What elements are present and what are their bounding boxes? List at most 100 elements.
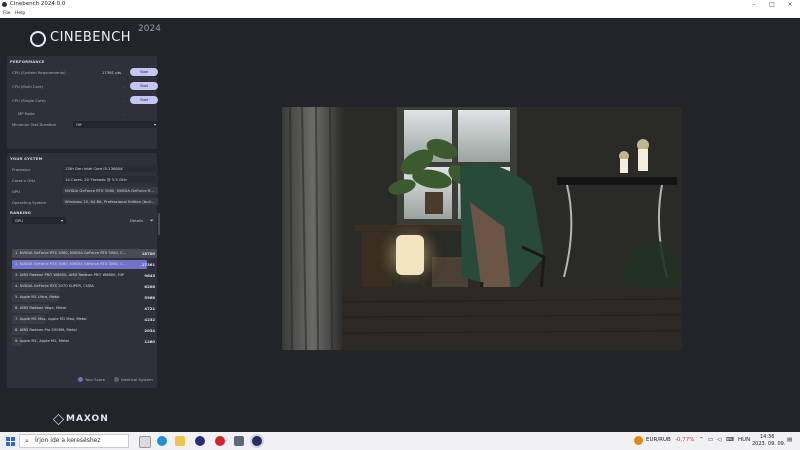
cinebench-taskbar-icon[interactable] <box>252 436 262 446</box>
keyboard-icon[interactable]: ⌨ <box>726 437 734 443</box>
ranking-row-score: 17361 <box>141 262 155 267</box>
system-label-cores: Cores x GHz <box>12 178 36 183</box>
ranking-row[interactable]: 2. NVIDIA GeForce RTX 3060, NVIDIA GeFor… <box>12 260 157 269</box>
ranking-row[interactable]: 1. NVIDIA GeForce RTX 3080, NVIDIA GeFor… <box>12 249 157 258</box>
start-button-single-core[interactable]: Start <box>130 96 158 104</box>
your-score-dot-icon <box>78 377 83 382</box>
network-icon[interactable]: ▭ <box>708 437 713 443</box>
identical-system-dot-icon <box>114 377 119 382</box>
minimize-button[interactable]: – <box>745 0 763 9</box>
system-value-gpu: NVIDIA GeForce RTX 3060, NVIDIA GeForce … <box>63 187 158 194</box>
system-value-os: Windows 10, 64 Bit, Professional Edition… <box>63 198 158 205</box>
perf-score-multi-core: - <box>124 84 126 89</box>
ranking-row[interactable]: 7. Apple M1 Max, Apple M1 Max, Metal 4232 <box>12 315 157 324</box>
render-viewport <box>282 107 682 350</box>
window-title: Cinebench 2024.0.0 <box>10 1 66 7</box>
logo-brand: CINEBENCH <box>50 30 132 45</box>
test-duration-dropdown[interactable]: Off ▾ <box>73 121 159 128</box>
performance-header: PERFORMANCE <box>10 59 45 64</box>
ranking-row[interactable]: 9. Apple M1, Apple M1, Metal 1260 <box>12 337 157 346</box>
ranking-header: RANKING <box>10 210 32 215</box>
ranking-panel: RANKING GPU ▾ Details ⏷ 1. NVIDIA GeForc… <box>7 209 157 388</box>
start-button-system-req[interactable]: Start <box>130 68 158 76</box>
perf-label-system-req: CPU (System Requirements) <box>12 70 66 75</box>
ranking-row[interactable]: 3. AMD Radeon PRO W6800, AMD Radeon PRO … <box>12 271 157 280</box>
ranking-row-score: 2034 <box>144 328 155 333</box>
floor <box>342 287 682 350</box>
taskbar: ⌕ Írjon ide a kereséshez EUR/RUB -0,77% … <box>0 432 800 450</box>
maxon-wordmark: MAXON <box>66 414 109 424</box>
chevron-down-icon: ▾ <box>60 218 63 223</box>
legend-your-score: Your Score <box>85 377 105 382</box>
ranking-row-name: 1. NVIDIA GeForce RTX 3080, NVIDIA GeFor… <box>15 251 127 255</box>
legend-identical-system: Identical System <box>121 377 153 382</box>
ranking-row-score: 6206 <box>144 284 155 289</box>
window-pane <box>458 110 510 162</box>
main-area: CINEBENCH 2024 PERFORMANCE CPU (System R… <box>0 18 800 432</box>
currency-change: -0,77% <box>675 437 695 443</box>
plant-pot <box>425 192 443 214</box>
ranking-row-score: 5968 <box>144 295 155 300</box>
ranking-scrollbar[interactable] <box>158 213 160 235</box>
side-table <box>557 177 677 185</box>
ranking-row[interactable]: 6. AMD Radeon Vega, Metal 4721 <box>12 304 157 313</box>
ranking-row-name: 2. NVIDIA GeForce RTX 3060, NVIDIA GeFor… <box>15 262 127 266</box>
ranking-row-score: 4721 <box>144 306 155 311</box>
ranking-row-name: 6. AMD Radeon Vega, Metal <box>15 306 67 310</box>
ranking-row-name: 4. NVIDIA GeForce RTX 2070 SUPER, CUDA <box>15 284 94 288</box>
ranking-row[interactable]: 5. Apple M1 Ultra, Metal 5968 <box>12 293 157 302</box>
start-button-multi-core[interactable]: Start <box>130 82 158 90</box>
store-icon[interactable] <box>234 436 244 446</box>
cinebench-app-icon <box>2 2 7 7</box>
details-toggle[interactable]: Details <box>130 218 143 223</box>
ranking-row[interactable]: 4. NVIDIA GeForce RTX 2070 SUPER, CUDA 62… <box>12 282 157 291</box>
system-label-processor: Processor <box>12 167 31 172</box>
ranking-row-name: 5. Apple M1 Ultra, Metal <box>15 295 60 299</box>
file-explorer-icon[interactable] <box>175 436 185 446</box>
taskbar-search-box[interactable]: ⌕ Írjon ide a kereséshez <box>19 434 129 448</box>
edge-icon[interactable] <box>157 436 167 446</box>
menu-file[interactable]: File <box>3 10 11 17</box>
test-duration-label: Minimum Test Duration <box>12 122 56 127</box>
perf-label-multi-core: CPU (Multi Core) <box>12 84 44 89</box>
ranking-row-score: 1260 <box>144 339 155 344</box>
menu-help[interactable]: Help <box>15 10 25 17</box>
system-label-os: Operating System <box>12 200 47 205</box>
perf-score-single-core: - <box>124 98 126 103</box>
menu-bar: File Help <box>0 9 800 18</box>
maximize-button[interactable]: □ <box>763 0 781 9</box>
currency-pair[interactable]: EUR/RUB <box>646 437 671 443</box>
task-view-icon[interactable] <box>139 436 151 448</box>
ranking-type-dropdown[interactable]: GPU ▾ <box>12 217 66 224</box>
system-value-cores: 14 Cores, 20 Threads @ 3.5 GHz <box>63 176 158 183</box>
ranking-type-value: GPU <box>15 218 24 223</box>
start-icon[interactable] <box>6 437 15 446</box>
ranking-row-score: 4232 <box>144 317 155 322</box>
lamp <box>396 235 424 275</box>
clock-time[interactable]: 14:36 <box>760 434 774 440</box>
input-language[interactable]: HUN <box>738 437 750 443</box>
system-value-processor: 13th Gen Intel Core i5-13600K <box>63 165 158 172</box>
clock-date[interactable]: 2023. 09. 09. <box>752 441 785 447</box>
test-duration-value: Off <box>76 122 82 127</box>
ranking-row-score: 9643 <box>144 273 155 278</box>
ranking-row[interactable]: 8. AMD Radeon Pro 5500M, Metal 2034 <box>12 326 157 335</box>
notification-icon[interactable]: ▤ <box>787 437 792 443</box>
search-icon: ⌕ <box>25 437 29 445</box>
tray-chevron-up-icon[interactable]: ⌃ <box>699 437 704 443</box>
your-system-header: YOUR SYSTEM <box>10 156 43 161</box>
system-label-gpu: GPU <box>12 189 21 194</box>
perf-label-single-core: CPU (Single Core) <box>12 98 46 103</box>
chevron-down-icon: ▾ <box>153 122 156 127</box>
window-titlebar: Cinebench 2024.0.0 – □ × <box>0 0 800 9</box>
cinebench-logo-icon <box>30 31 46 47</box>
ranking-row-name: 7. Apple M1 Max, Apple M1 Max, Metal <box>15 317 87 321</box>
filter-icon[interactable]: ⏷ <box>150 218 154 224</box>
search-placeholder: Írjon ide a kereséshez <box>35 437 101 444</box>
firefox-icon[interactable] <box>195 436 205 446</box>
volume-icon[interactable]: ◁ <box>717 437 721 443</box>
candle <box>620 159 628 173</box>
opera-icon[interactable] <box>215 436 225 446</box>
currency-widget-icon[interactable] <box>634 436 643 445</box>
close-button[interactable]: × <box>781 0 799 9</box>
